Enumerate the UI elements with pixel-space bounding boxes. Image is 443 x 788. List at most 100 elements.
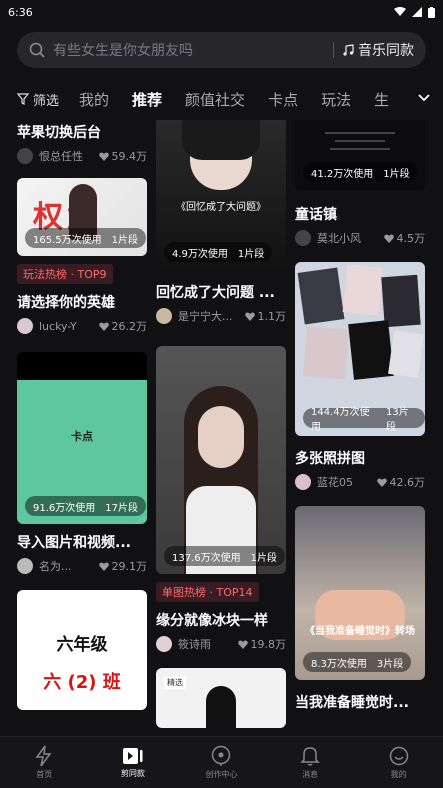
card-thumbnail: 41.2万次使用 1片段 xyxy=(295,120,425,190)
feed-column-2: 《回忆成了大问题》 4.9万次使用 1片段 回忆成了大问题 ... 是宁宁大...… xyxy=(156,120,286,736)
wifi-icon xyxy=(394,7,406,16)
ranking-badge: 单图热榜 · TOP14 xyxy=(156,582,259,602)
card-thumbnail: 权武 165.5万次使用 1片段 xyxy=(17,178,147,256)
card-title: 苹果切换后台 xyxy=(17,125,101,141)
template-card[interactable]: 六年级 六 (2) 班 xyxy=(17,590,147,710)
author-name: 蓝花05 xyxy=(317,476,353,489)
search-bar[interactable]: 有些女生是你女朋友吗 音乐同款 xyxy=(17,32,426,68)
like-count: 4.5万 xyxy=(383,230,425,246)
author-name: 恨总任性 xyxy=(39,150,83,163)
video-template-icon xyxy=(122,748,143,764)
category-tabs: 筛选 我的 推荐 颜值社交 卡点 玩法 生 xyxy=(0,84,443,114)
avatar xyxy=(17,318,33,334)
template-card[interactable]: 137.6万次使用 1片段 单图热榜 · TOP14 缘分就像冰块一样 筱诗雨 1… xyxy=(156,346,286,652)
heart-icon xyxy=(383,234,394,243)
featured-tag: 精选 xyxy=(164,676,186,689)
feed-column-3: 41.2万次使用 1片段 童话镇 莫北小风 4.5万 144.4万次使用 13片… xyxy=(295,120,425,720)
tab-life[interactable]: 生 xyxy=(374,89,389,110)
chevron-down-icon[interactable] xyxy=(411,90,431,108)
template-card[interactable]: 苹果切换后台 恨总任性 59.4万 xyxy=(17,122,147,164)
card-author: 名为... 29.1万 xyxy=(17,558,147,574)
card-title: 童话镇 xyxy=(295,207,337,223)
card-thumbnail: 144.4万次使用 13片段 xyxy=(295,262,425,436)
author-name: 莫北小风 xyxy=(317,232,361,245)
nav-home[interactable]: 首页 xyxy=(14,745,74,780)
avatar xyxy=(295,230,311,246)
thumb-caption: 六年级 xyxy=(56,635,108,655)
nav-label: 消息 xyxy=(302,770,319,779)
heart-icon xyxy=(98,322,109,331)
tab-recommend[interactable]: 推荐 xyxy=(132,89,162,110)
avatar xyxy=(295,474,311,490)
feed-column-1: 苹果切换后台 恨总任性 59.4万 权武 165.5万次使用 1片段 玩法热榜 ·… xyxy=(17,120,147,718)
template-card[interactable]: 卡点 91.6万次使用 17片段 导入图片和视频... 名为... 29.1万 xyxy=(17,352,147,574)
usage-badge: 4.9万次使用 1片段 xyxy=(164,242,273,262)
nav-label: 创作中心 xyxy=(205,770,238,779)
heart-icon xyxy=(244,312,255,321)
card-title: 请选择你的英雄 xyxy=(17,295,115,311)
template-card[interactable]: 权武 165.5万次使用 1片段 玩法热榜 · TOP9 请选择你的英雄 luck… xyxy=(17,178,147,334)
like-count: 59.4万 xyxy=(98,148,147,164)
status-bar: 6:36 xyxy=(0,0,443,24)
nav-label: 首页 xyxy=(36,770,53,779)
template-card[interactable]: 41.2万次使用 1片段 童话镇 莫北小风 4.5万 xyxy=(295,120,425,246)
card-author: 筱诗雨 19.8万 xyxy=(156,636,286,652)
music-note-icon xyxy=(343,44,354,56)
thumb-caption: 六 (2) 班 xyxy=(43,672,121,693)
template-feed: 苹果切换后台 恨总任性 59.4万 权武 165.5万次使用 1片段 玩法热榜 ·… xyxy=(0,120,443,736)
avatar xyxy=(17,558,33,574)
thumb-caption: 《回忆成了大问题》 xyxy=(176,202,266,213)
like-count: 1.1万 xyxy=(244,308,286,324)
nav-messages[interactable]: 消息 xyxy=(280,745,340,780)
nav-label: 剪同款 xyxy=(120,769,145,778)
card-title: 回忆成了大问题 ... xyxy=(156,285,275,301)
music-same-button[interactable]: 音乐同款 xyxy=(342,40,414,60)
thumb-caption: 卡点 xyxy=(71,430,93,443)
author-name: lucky-Y xyxy=(39,319,77,333)
card-thumbnail: 卡点 91.6万次使用 17片段 xyxy=(17,352,147,524)
avatar xyxy=(156,636,172,652)
card-title: 导入图片和视频... xyxy=(17,535,131,551)
card-author: lucky-Y 26.2万 xyxy=(17,318,147,334)
search-divider xyxy=(333,42,334,58)
tab-beat-sync[interactable]: 卡点 xyxy=(268,89,298,110)
heart-icon xyxy=(98,562,109,571)
avatar xyxy=(17,148,33,164)
template-card[interactable]: 精选 xyxy=(156,668,286,728)
battery-icon xyxy=(428,6,435,18)
smiley-icon xyxy=(389,746,408,766)
tab-looks-social[interactable]: 颜值社交 xyxy=(185,89,245,110)
filter-button[interactable]: 筛选 xyxy=(17,90,59,109)
thumb-caption: 《当我准备睡觉时》转场 xyxy=(305,626,415,637)
usage-badge: 144.4万次使用 13片段 xyxy=(303,407,425,433)
author-name: 名为... xyxy=(39,560,72,573)
card-thumbnail: 《当我准备睡觉时》转场 8.3万次使用 3片段 xyxy=(295,506,425,680)
avatar xyxy=(156,308,172,324)
template-card[interactable]: 《回忆成了大问题》 4.9万次使用 1片段 回忆成了大问题 ... 是宁宁大...… xyxy=(156,120,286,324)
card-thumbnail: 精选 xyxy=(156,668,286,728)
usage-badge: 137.6万次使用 1片段 xyxy=(164,546,286,566)
nav-creation[interactable]: 创作中心 xyxy=(191,745,251,780)
heart-icon xyxy=(237,640,248,649)
card-thumbnail: 《回忆成了大问题》 4.9万次使用 1片段 xyxy=(156,120,286,270)
card-title: 当我准备睡觉时... xyxy=(295,695,409,711)
usage-badge: 91.6万次使用 17片段 xyxy=(25,496,146,516)
card-thumbnail: 137.6万次使用 1片段 xyxy=(156,346,286,574)
bulb-icon xyxy=(212,745,231,766)
nav-profile[interactable]: 我的 xyxy=(369,745,429,780)
like-count: 26.2万 xyxy=(98,318,147,334)
template-card[interactable]: 《当我准备睡觉时》转场 8.3万次使用 3片段 当我准备睡觉时... xyxy=(295,506,425,712)
like-count: 29.1万 xyxy=(98,558,147,574)
card-title: 多张照拼图 xyxy=(295,451,365,467)
card-title: 缘分就像冰块一样 xyxy=(156,613,268,629)
template-card[interactable]: 144.4万次使用 13片段 多张照拼图 蓝花05 42.6万 xyxy=(295,262,425,490)
tab-gameplay[interactable]: 玩法 xyxy=(321,89,351,110)
search-input[interactable]: 有些女生是你女朋友吗 xyxy=(53,40,325,60)
like-count: 19.8万 xyxy=(237,636,286,652)
ranking-badge: 玩法热榜 · TOP9 xyxy=(17,264,113,284)
tab-mine[interactable]: 我的 xyxy=(79,89,109,110)
nav-templates[interactable]: 剪同款 xyxy=(103,746,163,779)
usage-badge: 165.5万次使用 1片段 xyxy=(25,228,147,248)
music-same-label: 音乐同款 xyxy=(358,43,414,59)
search-icon xyxy=(29,42,45,58)
